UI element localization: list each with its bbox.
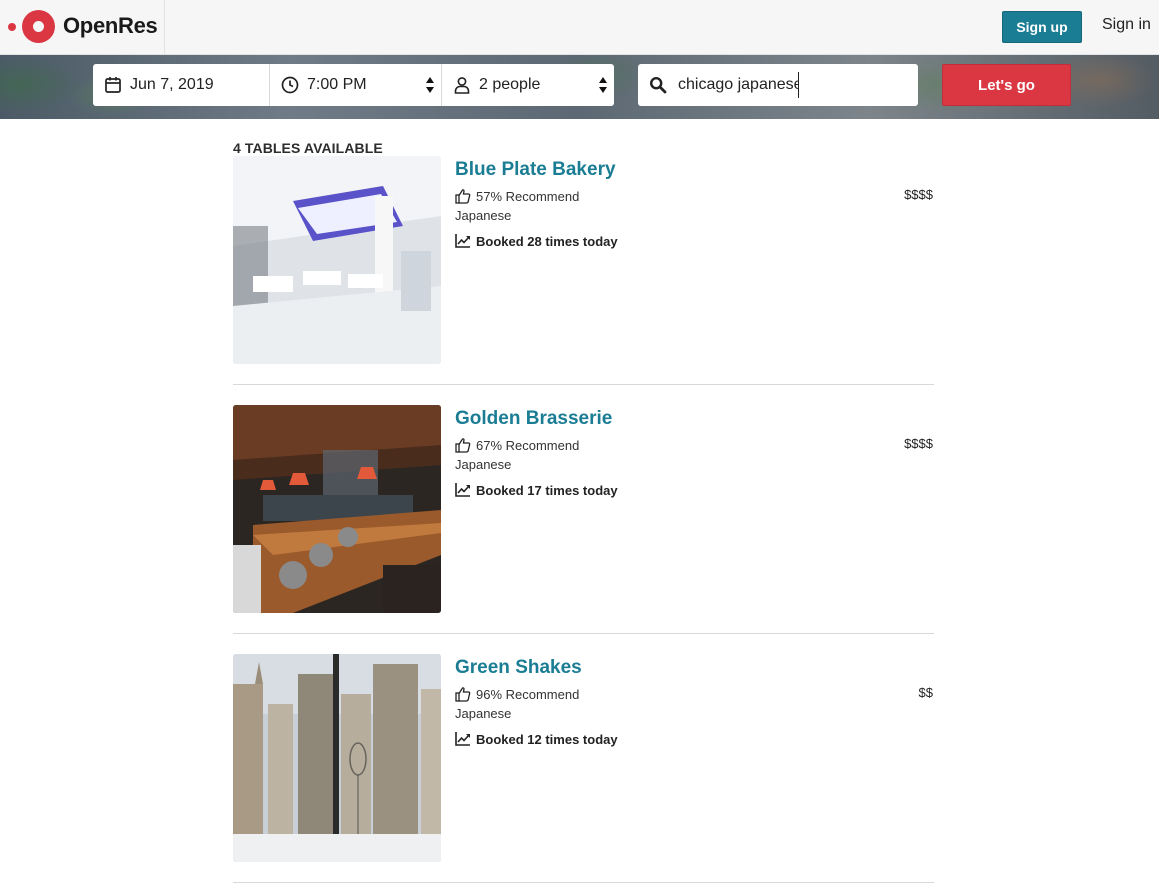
restaurant-name-link[interactable]: Golden Brasserie	[455, 408, 612, 430]
restaurant-name-link[interactable]: Blue Plate Bakery	[455, 159, 616, 181]
search-icon	[649, 76, 667, 94]
clock-icon	[281, 76, 299, 94]
cuisine-label: Japanese	[455, 208, 512, 223]
brand-logo-icon	[22, 10, 55, 43]
results-count: 4 TABLES AVAILABLE	[233, 140, 383, 156]
calendar-icon	[104, 76, 122, 94]
thumbs-up-icon	[455, 437, 471, 453]
restaurant-photo[interactable]	[233, 156, 441, 364]
date-value: Jun 7, 2019	[130, 76, 214, 93]
booked-count: Booked 28 times today	[455, 233, 618, 249]
trend-icon	[455, 233, 471, 249]
party-updown-icon	[599, 77, 608, 93]
time-updown-icon	[426, 77, 435, 93]
top-navbar: OpenRes Sign up Sign in	[0, 0, 1159, 55]
booked-count: Booked 17 times today	[455, 482, 618, 498]
price-level: $$$$	[904, 187, 933, 202]
search-box	[638, 64, 918, 106]
restaurant-name-link[interactable]: Green Shakes	[455, 657, 582, 679]
recommend-rating: 96% Recommend	[455, 686, 579, 702]
person-icon	[453, 76, 471, 94]
lets-go-button[interactable]: Let's go	[942, 64, 1071, 106]
reservation-picker: Jun 7, 2019 7:00 PM 2 people	[93, 64, 614, 106]
recommend-rating: 57% Recommend	[455, 188, 579, 204]
brand-name: OpenRes	[63, 13, 158, 38]
signin-link[interactable]: Sign in	[1102, 16, 1151, 34]
price-level: $$	[918, 685, 933, 700]
time-select[interactable]: 7:00 PM	[269, 64, 441, 106]
recommend-text: 67% Recommend	[476, 437, 580, 453]
signup-button[interactable]: Sign up	[1002, 11, 1082, 43]
booked-text: Booked 28 times today	[476, 233, 618, 249]
trend-icon	[455, 731, 471, 747]
booked-text: Booked 17 times today	[476, 482, 618, 498]
trend-icon	[455, 482, 471, 498]
booked-count: Booked 12 times today	[455, 731, 618, 747]
recommend-text: 96% Recommend	[476, 686, 580, 702]
party-value: 2 people	[479, 76, 541, 93]
restaurant-card: Blue Plate Bakery $$$$ 57% Recommend Jap…	[233, 156, 934, 385]
party-size-select[interactable]: 2 people	[441, 64, 614, 106]
restaurant-card: Golden Brasserie $$$$ 67% Recommend Japa…	[233, 405, 934, 634]
recommend-rating: 67% Recommend	[455, 437, 579, 453]
results-list: 4 TABLES AVAILABLE Blue Plate Bakery $$$…	[233, 119, 934, 883]
date-picker[interactable]: Jun 7, 2019	[93, 64, 269, 106]
search-input[interactable]	[678, 72, 799, 98]
recommend-text: 57% Recommend	[476, 188, 580, 204]
thumbs-up-icon	[455, 188, 471, 204]
restaurant-card: Green Shakes $$ 96% Recommend Japanese B…	[233, 654, 934, 883]
time-value: 7:00 PM	[307, 76, 367, 93]
brand-dot	[8, 23, 16, 31]
restaurant-photo[interactable]	[233, 654, 441, 862]
search-banner: Jun 7, 2019 7:00 PM 2 people Let's go	[0, 55, 1159, 119]
price-level: $$$$	[904, 436, 933, 451]
booked-text: Booked 12 times today	[476, 731, 618, 747]
restaurant-photo[interactable]	[233, 405, 441, 613]
brand-home-link[interactable]: OpenRes	[0, 0, 165, 54]
thumbs-up-icon	[455, 686, 471, 702]
cuisine-label: Japanese	[455, 457, 512, 472]
cuisine-label: Japanese	[455, 706, 512, 721]
